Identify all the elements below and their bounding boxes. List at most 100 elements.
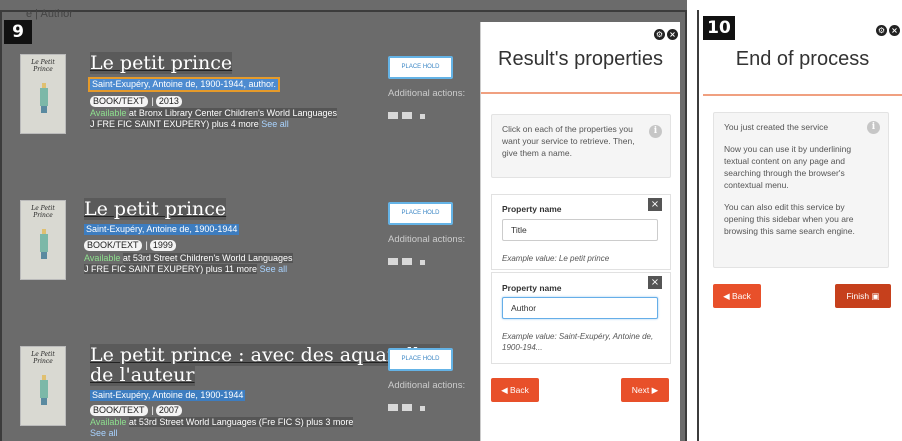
availability-line: Available at 53rd Street Children's Worl… [84,253,293,264]
availability-text: at 53rd Street Children's World Language… [122,253,293,263]
header-text: e | Author [26,8,73,20]
end-of-process-sidebar: ⚙ × End of process You just created the s… [703,18,902,441]
book-cover[interactable]: Le Petit Prince [20,200,66,280]
sidebar-title: Result's properties [498,48,663,70]
completion-heading: You just created the service [724,122,829,132]
availability-text: at 53rd Street World Languages (Fre FIC … [128,417,354,427]
email-icon[interactable] [388,258,398,265]
format-line: BOOK/TEXT | 2013 [90,96,184,107]
availability-label: Available [84,253,121,263]
availability-label: Available [90,108,127,118]
panel-10: 10 ⚙ × End of process You just created th… [697,10,902,441]
result-author[interactable]: Saint-Exupéry, Antoine de, 1900-1944, au… [88,77,280,92]
property-name-input[interactable]: Author [502,297,658,319]
action-icons [388,250,448,265]
email-icon[interactable] [388,112,398,119]
info-icon: i [867,121,880,134]
cover-title: Le Petit Prince [31,351,55,365]
next-button[interactable]: Next ▶ [621,378,669,402]
panel-number: 9 [4,20,32,44]
panel-number: 10 [703,16,735,40]
see-all-link[interactable]: See all [261,119,289,129]
close-icon[interactable]: × [889,25,900,36]
additional-actions-label: Additional actions: [388,380,466,391]
availability-label: Available [90,417,127,427]
see-all-line: See all [90,428,118,439]
format-pill: BOOK/TEXT [90,96,148,107]
year-pill: 2007 [155,405,182,416]
result-title[interactable]: Le petit prince [84,198,227,220]
back-button[interactable]: ◀ Back [491,378,539,402]
year-pill: 2013 [155,96,182,107]
availability-line: Available at 53rd Street World Languages… [90,417,354,428]
sidebar-controls: ⚙ × [652,22,678,40]
call-number: J FRE FIC SAINT EXUPERY) plus 11 more [84,264,258,274]
instructions-text: Click on each of the properties you want… [502,124,635,158]
see-all-link[interactable]: See all [260,264,288,274]
action-icons [388,104,448,119]
prince-figure-icon [40,83,48,113]
remove-icon[interactable] [420,260,425,265]
cover-title: Le Petit Prince [31,59,55,73]
chevron-right-icon: ▶ [649,385,659,395]
sidebar-controls: ⚙ × [874,18,900,36]
format-pill: BOOK/TEXT [84,240,142,251]
call-number: J FRE FIC SAINT EXUPERY) plus 4 more [90,119,259,129]
back-button[interactable]: ◀ Back [713,284,761,308]
result-author[interactable]: Saint-Exupéry, Antoine de, 1900-1944 [90,390,246,401]
see-all-link[interactable]: See all [90,428,118,438]
property-card-2: Property name × Author Example value: Sa… [491,272,671,364]
finish-button[interactable]: Finish ▣ [835,284,891,308]
results-properties-sidebar: ⚙ × Result's properties Click on each of … [480,22,680,441]
completion-info-box: You just created the service Now you can… [713,112,889,268]
format-line: BOOK/TEXT | 2007 [90,405,184,416]
usage-text: Now you can use it by underlining textua… [724,144,852,190]
remove-property-button[interactable]: × [648,276,662,289]
property-card-1: Property name × Title Example value: Le … [491,194,671,270]
chevron-left-icon: ◀ [723,291,732,301]
remove-icon[interactable] [420,114,425,119]
additional-actions-label: Additional actions: [388,88,466,99]
sidebar-title: End of process [735,48,870,70]
result-title[interactable]: Le petit prince [90,52,233,74]
save-icon: ▣ [869,291,880,301]
info-icon: i [649,125,662,138]
panel-9: 9 e | Author Le Petit Prince Le petit pr… [0,0,687,441]
format-line: BOOK/TEXT | 1999 [84,240,178,251]
sidebar-divider [481,92,680,94]
sidebar-divider [703,94,902,96]
close-icon[interactable]: × [667,29,678,40]
call-number-line: J FRE FIC SAINT EXUPERY) plus 4 more See… [90,119,289,130]
additional-actions-label: Additional actions: [388,234,466,245]
action-icons [388,396,448,411]
result-title-line-2[interactable]: de l'auteur [90,364,195,386]
call-number-line: J FRE FIC SAINT EXUPERY) plus 11 more Se… [84,264,287,275]
instructions-box: Click on each of the properties you want… [491,114,671,178]
chevron-left-icon: ◀ [501,385,510,395]
prince-figure-icon [40,229,48,259]
prince-figure-icon [40,375,48,405]
property-name-label: Property name [502,283,562,293]
settings-icon[interactable]: ⚙ [654,29,665,40]
example-value: Example value: Le petit prince [502,254,610,263]
example-value: Example value: Saint-Exupéry, Antoine de… [502,332,654,352]
remove-icon[interactable] [420,406,425,411]
place-hold-button[interactable]: PLACE HOLD [388,56,453,79]
settings-icon[interactable]: ⚙ [876,25,887,36]
place-hold-button[interactable]: PLACE HOLD [388,348,453,371]
list-icon[interactable] [402,112,412,119]
list-icon[interactable] [402,258,412,265]
availability-text: at Bronx Library Center Children's World… [128,108,338,118]
availability-line: Available at Bronx Library Center Childr… [90,108,338,119]
format-pill: BOOK/TEXT [90,405,148,416]
list-icon[interactable] [402,404,412,411]
book-cover[interactable]: Le Petit Prince [20,54,66,134]
property-name-label: Property name [502,204,562,214]
property-name-input[interactable]: Title [502,219,658,241]
book-cover[interactable]: Le Petit Prince [20,346,66,426]
year-pill: 1999 [149,240,176,251]
place-hold-button[interactable]: PLACE HOLD [388,202,453,225]
remove-property-button[interactable]: × [648,198,662,211]
email-icon[interactable] [388,404,398,411]
result-author[interactable]: Saint-Exupéry, Antoine de, 1900-1944 [84,224,240,235]
